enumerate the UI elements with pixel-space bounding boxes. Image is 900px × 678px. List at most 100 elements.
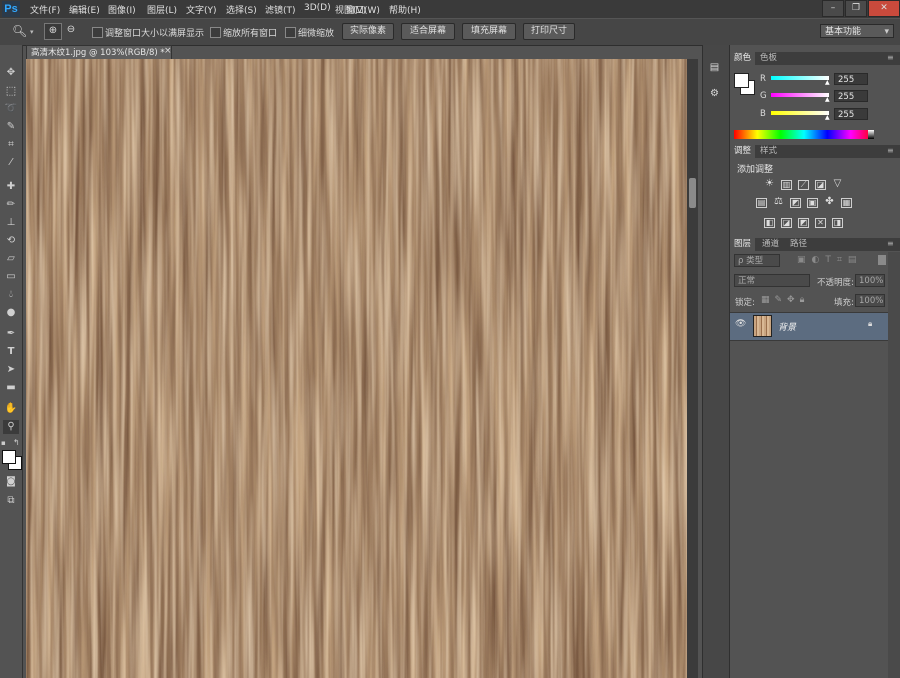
default-colors-icon[interactable]: ▪	[1, 439, 6, 447]
color-balance-icon[interactable]: ⚖	[773, 197, 784, 208]
filter-toggle-icon[interactable]	[878, 255, 886, 265]
layer-name[interactable]: 背景	[778, 320, 796, 333]
brush-tool-icon[interactable]: ✏	[3, 198, 19, 212]
exposure-icon[interactable]: ◪	[815, 180, 826, 190]
color-spectrum-ramp[interactable]	[734, 130, 874, 139]
green-slider[interactable]	[771, 93, 829, 97]
menu-type[interactable]: 文字(Y)	[186, 3, 217, 16]
menu-filter[interactable]: 滤镜(T)	[265, 3, 296, 16]
eraser-tool-icon[interactable]: ▱	[3, 252, 19, 266]
tab-color[interactable]: 颜色	[730, 52, 756, 65]
tab-paths[interactable]: 路径	[786, 238, 811, 251]
tab-layers[interactable]: 图层	[730, 238, 756, 251]
red-slider[interactable]	[771, 76, 829, 80]
color-lookup-icon[interactable]: ▦	[841, 198, 852, 208]
fill-field[interactable]: 100%	[855, 294, 885, 307]
menu-select[interactable]: 选择(S)	[226, 3, 257, 16]
path-selection-tool-icon[interactable]: ➤	[3, 363, 19, 377]
slider-handle-icon[interactable]: ▲	[825, 114, 830, 121]
blur-tool-icon[interactable]: 💧︎	[3, 288, 19, 302]
channel-mixer-icon[interactable]: ✤	[824, 197, 835, 208]
eye-visibility-icon[interactable]: 👁︎	[735, 319, 746, 329]
tab-channels[interactable]: 通道	[758, 238, 783, 251]
menu-3d[interactable]: 3D(D)	[304, 3, 331, 13]
close-tab-icon[interactable]: ×	[164, 46, 172, 56]
photo-filter-icon[interactable]: ▣	[807, 198, 818, 208]
lock-options-icons[interactable]: ▦✎✥🔒︎	[761, 295, 809, 305]
fill-screen-button[interactable]: 填充屏幕	[462, 23, 516, 40]
menu-layer[interactable]: 图层(L)	[147, 3, 177, 16]
vibrance-icon[interactable]: ▽	[832, 179, 843, 190]
dodge-tool-icon[interactable]: ●	[3, 306, 19, 320]
restore-button[interactable]: ❐	[845, 0, 867, 17]
foreground-color-swatch[interactable]	[734, 73, 749, 88]
actual-pixels-button[interactable]: 实际像素	[342, 23, 394, 40]
lasso-tool-icon[interactable]: ➰	[3, 102, 19, 116]
panel-menu-icon[interactable]: ≡	[887, 146, 894, 155]
eyedropper-tool-icon[interactable]: ⁄	[3, 156, 19, 170]
swap-colors-icon[interactable]: ↰	[13, 438, 20, 447]
tab-styles[interactable]: 样式	[756, 145, 781, 158]
blue-value-field[interactable]: 255	[834, 108, 868, 120]
threshold-icon[interactable]: ◩	[798, 218, 809, 228]
move-tool-icon[interactable]: ✥	[3, 66, 19, 80]
quick-mask-icon[interactable]: ◙	[3, 475, 19, 489]
screen-mode-icon[interactable]: ⧉	[3, 494, 19, 508]
type-tool-icon[interactable]: T	[3, 345, 19, 359]
zoom-in-icon[interactable]: ⊕	[44, 23, 62, 40]
opacity-field[interactable]: 100%	[855, 274, 885, 287]
healing-brush-tool-icon[interactable]: ✚	[3, 180, 19, 194]
history-brush-tool-icon[interactable]: ⟲	[3, 234, 19, 248]
menu-image[interactable]: 图像(I)	[108, 3, 136, 16]
gradient-map-icon[interactable]: ✕	[815, 218, 826, 228]
layers-scrollbar[interactable]	[888, 252, 900, 678]
slider-handle-icon[interactable]: ▲	[825, 96, 830, 103]
marquee-tool-icon[interactable]: ⬚	[3, 84, 19, 98]
red-value-field[interactable]: 255	[834, 73, 868, 85]
hand-tool-icon[interactable]: ✋	[3, 402, 19, 416]
panel-menu-icon[interactable]: ≡	[887, 53, 894, 62]
levels-icon[interactable]: ▥	[781, 180, 792, 190]
menu-file[interactable]: 文件(F)	[30, 3, 60, 16]
zoom-all-checkbox[interactable]	[210, 27, 221, 38]
blue-slider[interactable]	[771, 111, 829, 115]
blend-mode-select[interactable]: 正常	[734, 274, 810, 287]
print-size-button[interactable]: 打印尺寸	[523, 23, 575, 40]
workspace-select[interactable]: 基本功能 ▾	[820, 24, 894, 38]
posterize-icon[interactable]: ◪	[781, 218, 792, 228]
tab-swatches[interactable]: 色板	[756, 52, 781, 65]
black-white-icon[interactable]: ◩	[790, 198, 801, 208]
resize-windows-checkbox[interactable]	[92, 27, 103, 38]
document-tab[interactable]: 高清木纹1.jpg @ 103%(RGB/8) *	[26, 45, 172, 59]
layer-filter-select[interactable]: ρ 类型	[734, 254, 780, 267]
zoom-tool-icon[interactable]: 🔍︎	[12, 24, 27, 38]
menu-help[interactable]: 帮助(H)	[389, 3, 421, 16]
menu-window[interactable]: 窗口(W)	[346, 3, 380, 16]
tab-adjustments[interactable]: 调整	[730, 145, 756, 158]
layer-filter-icons[interactable]: ▣◐T⌗▤	[797, 255, 862, 265]
hue-saturation-icon[interactable]: ▤	[756, 198, 767, 208]
brightness-contrast-icon[interactable]: ☀	[764, 179, 775, 190]
fit-screen-button[interactable]: 适合屏幕	[401, 23, 455, 40]
gradient-tool-icon[interactable]: ▭	[3, 270, 19, 284]
document-canvas[interactable]	[26, 59, 687, 678]
close-window-button[interactable]: ✕	[868, 0, 900, 17]
green-value-field[interactable]: 255	[834, 90, 868, 102]
zoom-out-icon[interactable]: ⊖	[63, 23, 79, 38]
selective-color-icon[interactable]: ◨	[832, 218, 843, 228]
scrollbar-thumb[interactable]	[689, 178, 696, 208]
menu-edit[interactable]: 编辑(E)	[69, 3, 100, 16]
quick-select-tool-icon[interactable]: ✎	[3, 120, 19, 134]
foreground-color-swatch[interactable]	[2, 450, 16, 464]
scrubby-zoom-checkbox[interactable]	[285, 27, 296, 38]
panel-menu-icon[interactable]: ≡	[887, 239, 894, 248]
zoom-tool-selected-icon[interactable]: ⚲	[3, 420, 19, 434]
properties-panel-icon[interactable]: ⚙	[708, 88, 721, 102]
pen-tool-icon[interactable]: ✒	[3, 327, 19, 341]
invert-icon[interactable]: ◧	[764, 218, 775, 228]
grayscale-ramp[interactable]	[868, 130, 874, 139]
vertical-scrollbar[interactable]	[687, 59, 698, 678]
slider-handle-icon[interactable]: ▲	[825, 79, 830, 86]
tool-preset-dropdown-icon[interactable]: ▾	[30, 28, 34, 36]
curves-icon[interactable]: ⟋	[798, 180, 809, 190]
